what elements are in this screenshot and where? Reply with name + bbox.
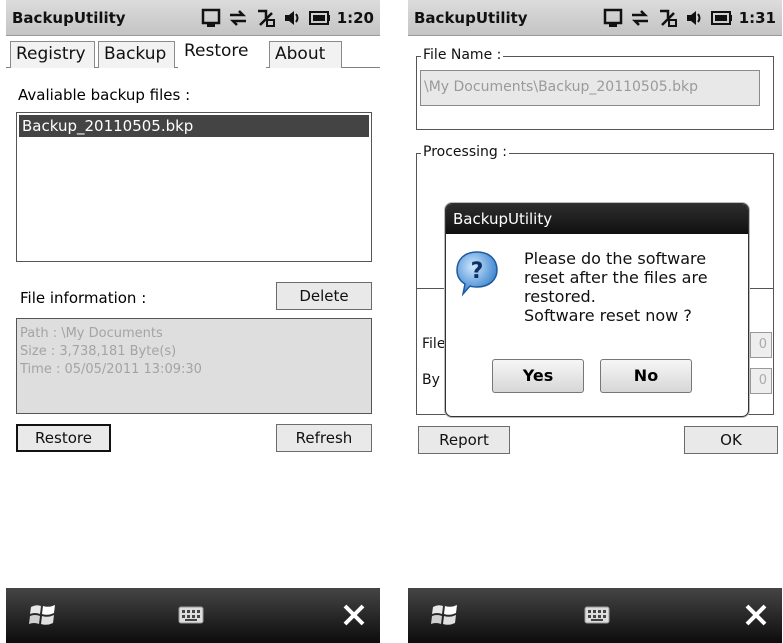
- svg-text:?: ?: [471, 259, 484, 284]
- tab-bar: Registry Backup Restore About: [6, 38, 380, 69]
- ok-button[interactable]: OK: [684, 426, 778, 454]
- app-title: BackupUtility: [12, 9, 126, 27]
- taskbar: [6, 588, 380, 643]
- taskbar: [408, 588, 782, 643]
- dialog-line-4: Software reset now ?: [524, 306, 692, 325]
- processing-screen: BackupUtility 1:31 File Name : \My Docum…: [408, 0, 782, 643]
- title-bar: BackupUtility 1:20: [6, 0, 380, 36]
- file-time-text: Time : 05/05/2011 13:09:30: [20, 362, 202, 377]
- clock: 1:31: [738, 9, 776, 27]
- signal-icon: [603, 8, 623, 28]
- restore-button[interactable]: Restore: [16, 424, 111, 452]
- question-icon: ?: [455, 249, 499, 301]
- processing-legend: Processing :: [421, 144, 509, 160]
- windows-start-icon[interactable]: [28, 601, 58, 633]
- files-label-partial: File: [422, 336, 446, 352]
- connection-icon: [657, 8, 679, 28]
- sync-icon: [227, 8, 249, 28]
- file-info-label: File information :: [20, 289, 147, 307]
- speaker-icon: [283, 8, 303, 28]
- title-bar: BackupUtility 1:31: [408, 0, 782, 36]
- battery-icon: [308, 10, 331, 26]
- file-path-text: Path : \My Documents: [20, 326, 163, 341]
- dialog-title: BackupUtility: [446, 204, 748, 234]
- dialog-line-1: Please do the software: [524, 249, 707, 268]
- close-icon[interactable]: [744, 603, 768, 631]
- dialog-line-3: restored.: [524, 287, 596, 306]
- app-title: BackupUtility: [414, 9, 528, 27]
- keyboard-icon[interactable]: [178, 606, 204, 628]
- keyboard-icon[interactable]: [584, 606, 610, 628]
- refresh-button[interactable]: Refresh: [276, 424, 372, 452]
- sync-icon: [629, 8, 651, 28]
- tab-about[interactable]: About: [269, 41, 342, 68]
- clock: 1:20: [336, 9, 374, 27]
- windows-start-icon[interactable]: [430, 601, 460, 633]
- tab-registry[interactable]: Registry: [10, 41, 95, 68]
- battery-icon: [710, 10, 733, 26]
- file-path-field: \My Documents\Backup_20110505.bkp: [420, 70, 760, 106]
- list-item[interactable]: Backup_20110505.bkp: [19, 115, 369, 137]
- connection-icon: [255, 8, 277, 28]
- file-info-box: Path : \My Documents Size : 3,738,181 By…: [16, 318, 372, 414]
- file-size-text: Size : 3,738,181 Byte(s): [20, 344, 177, 359]
- tab-restore[interactable]: Restore: [178, 38, 266, 69]
- yes-button[interactable]: Yes: [492, 359, 584, 393]
- available-files-label: Avaliable backup files :: [18, 86, 191, 104]
- file-name-legend: File Name :: [421, 47, 504, 63]
- dialog-message: Please do the software reset after the f…: [524, 249, 744, 325]
- status-icons: 1:20: [201, 6, 374, 30]
- delete-button[interactable]: Delete: [276, 282, 372, 310]
- confirm-dialog: BackupUtility ? Please do the software r…: [445, 203, 749, 417]
- status-icons: 1:31: [603, 6, 776, 30]
- tab-backup[interactable]: Backup: [98, 41, 175, 68]
- no-button[interactable]: No: [600, 359, 692, 393]
- files-count-field: 0: [750, 332, 772, 358]
- restore-screen: BackupUtility 1:20 Registry Backup Resto…: [6, 0, 380, 643]
- bytes-label-partial: By: [422, 372, 440, 388]
- bytes-count-field: 0: [750, 368, 772, 394]
- close-icon[interactable]: [342, 603, 366, 631]
- dialog-line-2: reset after the files are: [524, 268, 708, 287]
- report-button[interactable]: Report: [418, 426, 510, 454]
- backup-file-list[interactable]: Backup_20110505.bkp: [16, 112, 372, 262]
- speaker-icon: [685, 8, 705, 28]
- signal-icon: [201, 8, 221, 28]
